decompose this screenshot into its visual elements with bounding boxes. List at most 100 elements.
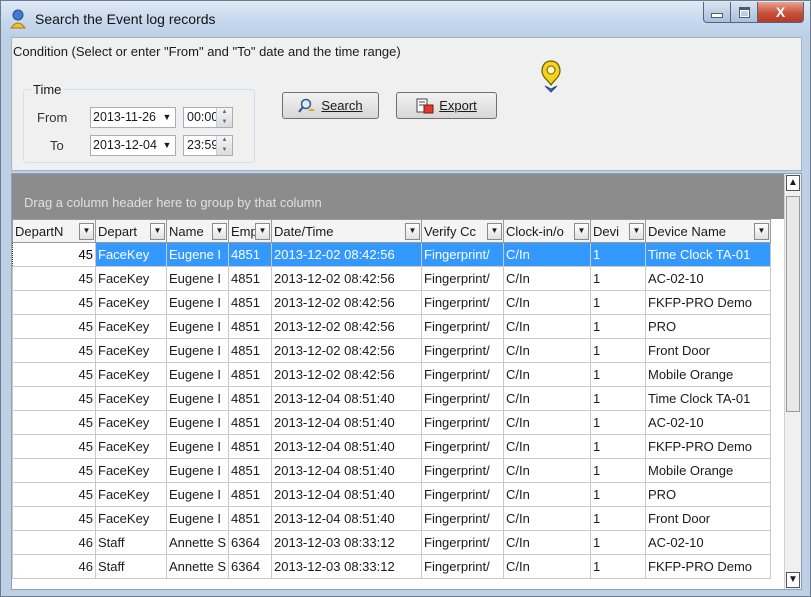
group-by-hint: Drag a column header here to group by th… <box>24 195 322 210</box>
table-cell: 1 <box>590 338 646 363</box>
column-header[interactable]: DepartN ▼ <box>12 219 96 243</box>
table-cell: Annette S <box>166 530 229 555</box>
table-cell: FaceKey <box>95 290 167 315</box>
table-cell: 45 <box>12 242 96 267</box>
table-cell: 4851 <box>228 338 272 363</box>
filter-dropdown-icon[interactable]: ▼ <box>405 222 420 240</box>
spin-down-icon[interactable]: ▼ <box>217 146 232 156</box>
filter-dropdown-icon[interactable]: ▼ <box>754 222 769 240</box>
scroll-down-icon[interactable]: ▼ <box>786 572 800 588</box>
help-balloon-icon[interactable] <box>539 59 563 93</box>
to-time-value: 23:59 <box>187 138 219 152</box>
filter-dropdown-icon[interactable]: ▼ <box>255 222 270 240</box>
group-by-panel[interactable]: Drag a column header here to group by th… <box>12 174 787 219</box>
column-header[interactable]: Name ▼ <box>166 219 229 243</box>
table-cell: Front Door <box>645 338 771 363</box>
chevron-down-icon[interactable]: ▼ <box>159 136 175 155</box>
column-header-label: Depart <box>98 223 138 239</box>
table-row[interactable]: 45 FaceKey Eugene I 4851 2013-12-04 08:51:40… <box>12 482 771 507</box>
column-header[interactable]: Clock-in/o ▼ <box>503 219 591 243</box>
table-row[interactable]: 45 FaceKey Eugene I 4851 2013-12-04 08:51:40… <box>12 386 771 411</box>
table-cell: Fingerprint/ <box>421 410 504 435</box>
title-bar[interactable]: Search the Event log records X <box>1 1 810 37</box>
table-cell: C/In <box>503 362 591 387</box>
table-row[interactable]: 45 FaceKey Eugene I 4851 2013-12-04 08:51:40… <box>12 434 771 459</box>
close-icon: X <box>775 4 786 20</box>
search-button[interactable]: Search <box>282 92 379 119</box>
table-cell: 4851 <box>228 506 272 531</box>
table-cell: C/In <box>503 314 591 339</box>
table-cell: 45 <box>12 506 96 531</box>
column-header-label: Devi <box>593 223 620 239</box>
close-button[interactable]: X <box>758 2 804 23</box>
to-time-stepper[interactable]: 23:59 ▲ ▼ <box>183 135 233 156</box>
column-header[interactable]: Depart ▼ <box>95 219 167 243</box>
table-cell: 1 <box>590 266 646 291</box>
table-cell: 2013-12-02 08:42:56 <box>271 314 422 339</box>
maximize-button[interactable] <box>731 2 758 23</box>
search-button-label: Search <box>321 98 363 113</box>
table-cell: Eugene I <box>166 410 229 435</box>
spin-up-icon[interactable]: ▲ <box>217 136 232 146</box>
table-cell: Mobile Orange <box>645 362 771 387</box>
minimize-button[interactable] <box>703 2 731 23</box>
table-row[interactable]: 46 Staff Annette S 6364 2013-12-03 08:33:12 F… <box>12 554 771 579</box>
table-cell: 1 <box>590 458 646 483</box>
records-table: DepartN▼Depart▼Name▼Emp▼Date/Time▼Verify… <box>12 219 771 579</box>
table-cell: Staff <box>95 554 167 579</box>
column-header[interactable]: Emp▼ <box>228 219 272 243</box>
column-header[interactable]: Devi ▼ <box>590 219 646 243</box>
table-row[interactable]: 45 FaceKey Eugene I 4851 2013-12-02 08:42:56… <box>12 242 771 267</box>
table-cell: Eugene I <box>166 386 229 411</box>
table-row[interactable]: 45 FaceKey Eugene I 4851 2013-12-04 08:51:40… <box>12 458 771 483</box>
table-row[interactable]: 45 FaceKey Eugene I 4851 2013-12-04 08:51:40… <box>12 410 771 435</box>
table-cell: Fingerprint/ <box>421 266 504 291</box>
table-row[interactable]: 45 FaceKey Eugene I 4851 2013-12-02 08:42:56… <box>12 338 771 363</box>
table-row[interactable]: 45 FaceKey Eugene I 4851 2013-12-02 08:42:56… <box>12 290 771 315</box>
records-grid[interactable]: Drag a column header here to group by th… <box>11 173 802 590</box>
table-cell: AC-02-10 <box>645 410 771 435</box>
table-row[interactable]: 45 FaceKey Eugene I 4851 2013-12-04 08:51:40… <box>12 506 771 531</box>
column-header[interactable]: Device Name ▼ <box>645 219 771 243</box>
to-date-picker[interactable]: 2013-12-04 ▼ <box>90 135 176 156</box>
spin-up-icon[interactable]: ▲ <box>217 108 232 118</box>
chevron-down-icon[interactable]: ▼ <box>159 108 175 127</box>
to-label: To <box>50 138 64 153</box>
table-cell: Fingerprint/ <box>421 482 504 507</box>
export-button[interactable]: Export <box>396 92 497 119</box>
filter-dropdown-icon[interactable]: ▼ <box>487 222 502 240</box>
scroll-up-icon[interactable]: ▲ <box>786 175 800 191</box>
table-cell: Eugene I <box>166 242 229 267</box>
table-cell: Fingerprint/ <box>421 434 504 459</box>
table-cell: Eugene I <box>166 506 229 531</box>
table-cell: Eugene I <box>166 482 229 507</box>
column-header[interactable]: Verify Cc ▼ <box>421 219 504 243</box>
table-cell: 45 <box>12 362 96 387</box>
vertical-scrollbar[interactable]: ▲ ▼ <box>784 174 801 589</box>
table-cell: 1 <box>590 410 646 435</box>
table-cell: 45 <box>12 266 96 291</box>
table-cell: Fingerprint/ <box>421 530 504 555</box>
filter-dropdown-icon[interactable]: ▼ <box>629 222 644 240</box>
table-cell: FaceKey <box>95 482 167 507</box>
from-date-picker[interactable]: 2013-11-26 ▼ <box>90 107 176 128</box>
table-cell: Mobile Orange <box>645 458 771 483</box>
table-row[interactable]: 45 FaceKey Eugene I 4851 2013-12-02 08:42:56… <box>12 314 771 339</box>
from-time-stepper[interactable]: 00:00 ▲ ▼ <box>183 107 233 128</box>
to-time-spin[interactable]: ▲ ▼ <box>216 136 232 155</box>
filter-dropdown-icon[interactable]: ▼ <box>574 222 589 240</box>
scrollbar-thumb[interactable] <box>786 196 800 412</box>
table-row[interactable]: 46 Staff Annette S 6364 2013-12-03 08:33:12 F… <box>12 530 771 555</box>
table-row[interactable]: 45 FaceKey Eugene I 4851 2013-12-02 08:42:56… <box>12 266 771 291</box>
filter-dropdown-icon[interactable]: ▼ <box>150 222 165 240</box>
spin-down-icon[interactable]: ▼ <box>217 118 232 128</box>
table-cell: C/In <box>503 458 591 483</box>
filter-dropdown-icon[interactable]: ▼ <box>212 222 227 240</box>
column-header[interactable]: Date/Time ▼ <box>271 219 422 243</box>
column-header-label: Device Name <box>648 223 727 239</box>
table-row[interactable]: 45 FaceKey Eugene I 4851 2013-12-02 08:42:56… <box>12 362 771 387</box>
filter-dropdown-icon[interactable]: ▼ <box>79 222 94 240</box>
table-cell: 4851 <box>228 386 272 411</box>
from-time-spin[interactable]: ▲ ▼ <box>216 108 232 127</box>
table-cell: 45 <box>12 386 96 411</box>
